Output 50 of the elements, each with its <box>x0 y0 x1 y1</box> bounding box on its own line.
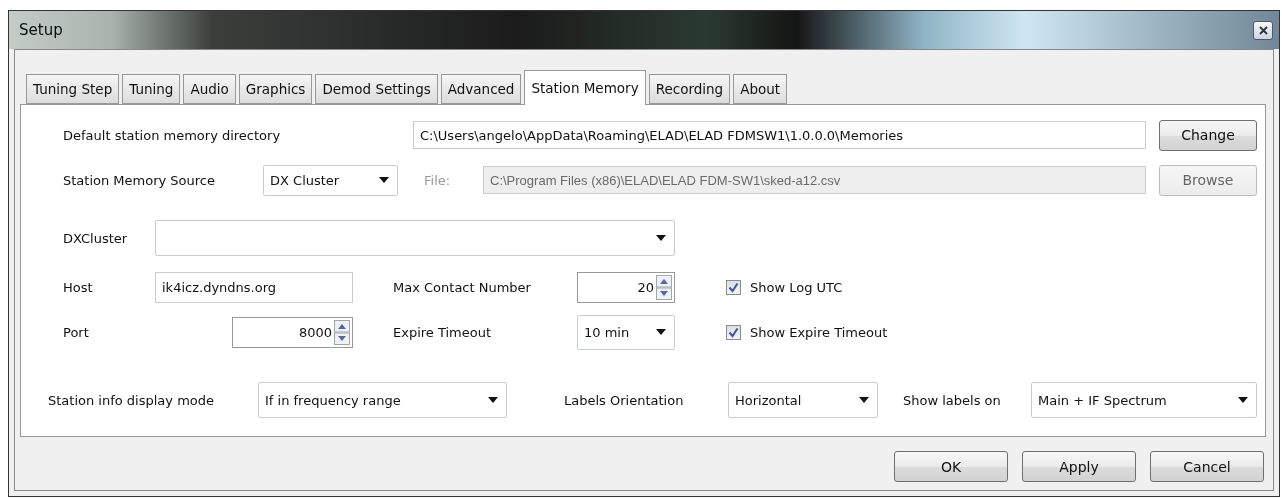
field-label: DXCluster <box>63 230 128 246</box>
tab[interactable]: Audio <box>183 74 236 104</box>
field-label: Port <box>63 324 89 340</box>
tab[interactable]: Demod Settings <box>315 74 438 104</box>
window-title: Setup <box>19 21 63 39</box>
tab[interactable]: Advanced <box>440 74 522 104</box>
checkmark-icon <box>728 326 739 338</box>
dropdown[interactable]: Main + IF Spectrum <box>1031 382 1257 418</box>
close-button[interactable] <box>1253 20 1273 40</box>
tab[interactable]: Graphics <box>238 74 313 104</box>
dropdown[interactable]: Horizontal <box>728 382 878 418</box>
dropdown[interactable]: 10 min <box>577 314 675 350</box>
field-label: Show labels on <box>903 392 1001 408</box>
dropdown-caret-icon[interactable] <box>656 329 666 335</box>
dropdown-caret-icon[interactable] <box>656 235 666 241</box>
checkbox-label: Show Log UTC <box>750 279 843 295</box>
checkmark-icon <box>728 281 739 293</box>
spinner-arrows-icon[interactable] <box>656 274 672 300</box>
checkbox[interactable] <box>726 324 741 340</box>
spinner-arrows-icon[interactable] <box>334 319 350 345</box>
dropdown-caret-icon[interactable] <box>1238 397 1248 403</box>
dropdown[interactable]: If in frequency range <box>258 382 507 418</box>
field-label: Default station memory directory <box>63 127 281 143</box>
checkbox[interactable] <box>726 279 741 295</box>
directory-field[interactable]: C:\Users\angelo\AppData\Roaming\ELAD\ELAD FDMSW1\1.0.0.0\Memories <box>413 121 1146 149</box>
dialog-button[interactable]: Cancel <box>1150 451 1264 482</box>
number-spinner[interactable]: 20 <box>577 271 675 303</box>
dialog-button[interactable]: OK <box>894 451 1008 482</box>
tab[interactable]: Tuning <box>122 74 181 104</box>
tab[interactable]: Tuning Step <box>26 74 120 104</box>
field-label: Station Memory Source <box>63 172 215 188</box>
field-label: Labels Orientation <box>564 392 684 408</box>
field-label: Station info display mode <box>48 392 215 408</box>
dropdown-caret-icon[interactable] <box>379 177 389 183</box>
dropdown-caret-icon[interactable] <box>488 397 498 403</box>
number-spinner[interactable]: 8000 <box>232 316 353 348</box>
tab[interactable]: Station Memory <box>524 70 646 105</box>
tab[interactable]: About <box>733 74 788 104</box>
field-label: Host <box>63 279 93 295</box>
host-field[interactable]: ik4icz.dyndns.org <box>155 271 353 303</box>
file-label: File: <box>424 172 451 188</box>
tab[interactable]: Recording <box>648 74 731 104</box>
field-label: Max Contact Number <box>393 279 531 295</box>
dropdown[interactable]: DX Cluster <box>263 164 398 196</box>
change-button[interactable]: Change <box>1159 119 1257 151</box>
dropdown-caret-icon[interactable] <box>859 397 869 403</box>
close-icon <box>1258 25 1268 35</box>
field-label: Expire Timeout <box>393 324 492 340</box>
dialog-button[interactable]: Apply <box>1022 451 1136 482</box>
checkbox-label: Show Expire Timeout <box>750 324 888 340</box>
